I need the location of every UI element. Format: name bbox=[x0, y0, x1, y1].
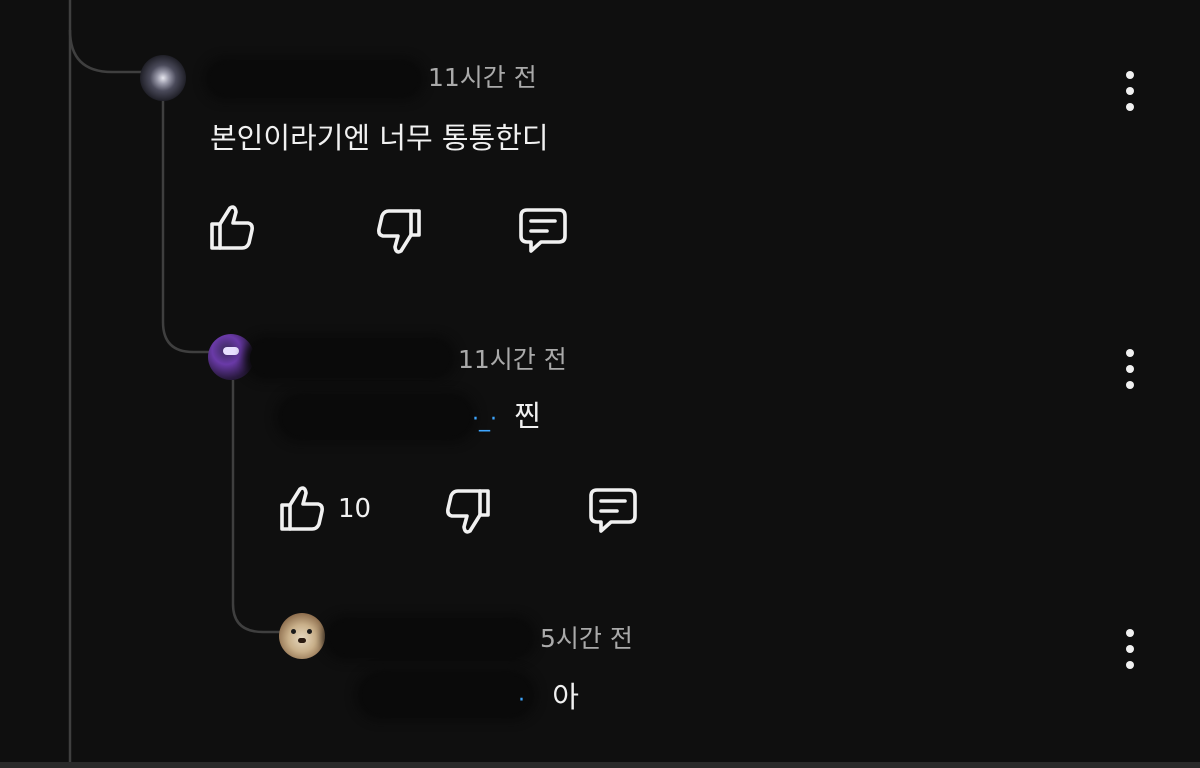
comment-time: 5시간 전 bbox=[540, 624, 633, 653]
more-vertical-icon bbox=[1126, 349, 1134, 357]
more-vertical-icon bbox=[1126, 629, 1134, 637]
thumbs-up-icon bbox=[280, 486, 324, 531]
comment-time: 11시간 전 bbox=[428, 63, 537, 92]
redacted-text bbox=[362, 676, 530, 714]
comment-text-word: 아 bbox=[552, 680, 579, 714]
comment-text: ·_· 찐 bbox=[472, 393, 541, 435]
dislike-button[interactable] bbox=[444, 485, 492, 537]
like-button[interactable]: 10 bbox=[278, 483, 371, 535]
redacted-username bbox=[250, 342, 450, 374]
dislike-button[interactable] bbox=[375, 205, 423, 257]
comment-text: · 아 bbox=[518, 674, 579, 716]
thumbs-up-icon bbox=[210, 205, 254, 250]
thread-branch-2 bbox=[161, 100, 212, 354]
thumbs-down-icon bbox=[446, 489, 490, 534]
purple-character-avatar[interactable] bbox=[208, 334, 254, 380]
redacted-username bbox=[330, 622, 530, 654]
otter-avatar[interactable] bbox=[279, 613, 325, 659]
comment-time: 11시간 전 bbox=[458, 345, 567, 374]
reply-comment-icon bbox=[519, 208, 567, 253]
galaxy-avatar[interactable] bbox=[140, 55, 186, 101]
reply-button[interactable] bbox=[587, 486, 639, 536]
reply-comment-icon bbox=[589, 488, 637, 533]
like-count: 10 bbox=[338, 494, 372, 524]
bottom-divider bbox=[0, 762, 1200, 768]
emoji-mark: ·_· bbox=[472, 407, 497, 432]
comment-text-word: 찐 bbox=[514, 399, 541, 433]
redacted-text bbox=[282, 398, 470, 436]
thumbs-down-icon bbox=[377, 209, 421, 254]
more-options-button[interactable] bbox=[1118, 627, 1142, 671]
redacted-username bbox=[210, 64, 418, 94]
comment-text: 본인이라기엔 너무 통통한디 bbox=[210, 121, 549, 155]
like-button[interactable] bbox=[208, 202, 268, 254]
more-options-button[interactable] bbox=[1118, 69, 1142, 113]
thread-branch-3 bbox=[231, 380, 282, 634]
thread-branch-1 bbox=[68, 29, 142, 74]
reply-button[interactable] bbox=[517, 206, 569, 256]
more-vertical-icon bbox=[1126, 71, 1134, 79]
emoji-mark: · bbox=[518, 688, 525, 713]
more-options-button[interactable] bbox=[1118, 347, 1142, 391]
